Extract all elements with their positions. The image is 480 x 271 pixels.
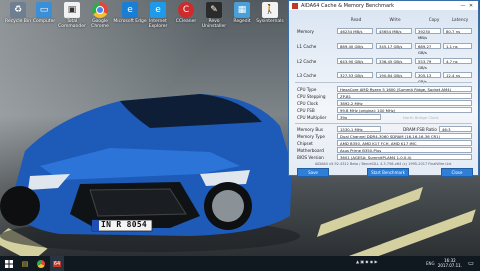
info-value-memory-bus: 1530.1 MHz bbox=[337, 126, 381, 132]
divider bbox=[295, 123, 472, 124]
close-window-button[interactable]: ✕ bbox=[467, 3, 475, 9]
minimize-button[interactable]: — bbox=[459, 3, 467, 9]
road-line bbox=[317, 187, 423, 237]
window-titlebar: AIDA64 Cache & Memory Benchmark — ✕ bbox=[289, 1, 478, 10]
l3-copy: 305.13 GB/s bbox=[415, 72, 441, 84]
l3-latency: 12.4 ns bbox=[443, 72, 472, 78]
info-label-cpu-fsb: CPU FSB bbox=[297, 108, 315, 113]
taskbar-chrome-icon[interactable] bbox=[34, 256, 48, 271]
aida64-benchmark-window: AIDA64 Cache & Memory Benchmark — ✕ Read… bbox=[288, 0, 479, 177]
info-label-memory-type: Memory Type bbox=[297, 134, 325, 139]
info-value-motherboard: Asus Prime B350-Plus bbox=[337, 147, 472, 153]
windows-logo-icon bbox=[5, 259, 13, 268]
memory-copy: 39230 MB/s bbox=[415, 28, 441, 40]
close-button[interactable]: Close bbox=[441, 168, 473, 177]
revo-icon: ✎ bbox=[206, 2, 222, 18]
l2-write: 336.45 GB/s bbox=[376, 58, 412, 64]
info-label-cpu-stepping: CPU Stepping bbox=[297, 94, 326, 99]
taskbar: ▤ 64 ▲ ▣ ◆ ◉ ▶ ENG 16:32 2017.07.11. ▭ bbox=[0, 256, 480, 271]
footer-version: AIDA64 v5.92.4312 Beta / BenchDLL 4.3.75… bbox=[314, 162, 453, 166]
info-value-cpu-stepping: ZP-B1 bbox=[337, 93, 472, 99]
license-plate-text: IN R 8054 bbox=[101, 220, 148, 229]
window-title: AIDA64 Cache & Memory Benchmark bbox=[301, 2, 395, 9]
north-bridge-clock-label: North Bridge Clock bbox=[403, 115, 439, 120]
computer-icon: ▭ bbox=[36, 2, 52, 18]
info-value-cpu-clock: 3892.2 MHz bbox=[337, 100, 472, 106]
chrome-icon bbox=[92, 2, 108, 18]
column-header-read: Read bbox=[350, 17, 362, 22]
l3-write: 190.84 GB/s bbox=[376, 72, 412, 78]
info-value-cpu-fsb: 99.8 MHz (original: 100 MHz) bbox=[337, 107, 472, 113]
window-body: Read Write Copy Latency Memory 46234 MB/… bbox=[289, 10, 478, 177]
row-label-l2: L2 Cache bbox=[297, 59, 317, 64]
info-label-chipset: Chipset bbox=[297, 141, 313, 146]
save-button[interactable]: Save bbox=[297, 168, 329, 177]
info-value-dram-fsb: 46:3 bbox=[439, 126, 472, 132]
info-label-memory-bus: Memory Bus bbox=[297, 127, 324, 132]
floppy-icon: ▣ bbox=[64, 2, 80, 18]
info-value-cpu-type: HexaCore AMD Ryzen 5 1600 (Summit Ridge,… bbox=[337, 86, 472, 92]
info-label-motherboard: Motherboard bbox=[297, 148, 324, 153]
person-icon: 🚶 bbox=[262, 2, 278, 18]
l1-write: 345.17 GB/s bbox=[376, 43, 412, 49]
ie-icon: e bbox=[150, 2, 166, 18]
icon-label: Google Chrome bbox=[91, 19, 109, 29]
clock[interactable]: 16:32 2017.07.11. bbox=[438, 258, 462, 268]
info-value-bios: 3601 (AGESA: SummitPI-AM4 1.0.0.4) bbox=[337, 154, 472, 160]
memory-write: 45654 MB/s bbox=[376, 28, 412, 34]
info-label-dram-fsb: DRAM:FSB Ratio bbox=[403, 127, 437, 132]
taskbar-explorer-icon[interactable]: ▤ bbox=[18, 256, 32, 271]
row-label-l1: L1 Cache bbox=[297, 44, 317, 49]
tray-icons[interactable]: ▲ ▣ ◆ ◉ ▶ bbox=[356, 259, 378, 264]
info-label-bios: BIOS Version bbox=[297, 155, 324, 160]
start-benchmark-button[interactable]: Start Benchmark bbox=[367, 168, 409, 177]
ccleaner-icon: C bbox=[178, 2, 194, 18]
registry-icon: ▦ bbox=[234, 2, 250, 18]
memory-read: 46234 MB/s bbox=[337, 28, 373, 34]
desktop-icon-sysinternals[interactable]: 🚶 Sysinternals bbox=[253, 0, 287, 24]
clock-date: 2017.07.11. bbox=[437, 263, 462, 268]
l1-latency: 1.1 ns bbox=[443, 43, 472, 49]
info-value-memory-type: Dual Channel DDR4-3060 SDRAM (16-16-16-3… bbox=[337, 133, 472, 139]
row-label-memory: Memory bbox=[297, 29, 315, 34]
recycle-bin-icon: ♻ bbox=[10, 2, 26, 18]
column-header-latency: Latency bbox=[451, 17, 469, 22]
car-illustration bbox=[0, 94, 300, 252]
l2-copy: 553.79 GB/s bbox=[415, 58, 441, 70]
chrome-icon bbox=[37, 259, 45, 268]
notification-icon[interactable]: ▭ bbox=[464, 256, 478, 271]
l3-read: 327.53 GB/s bbox=[337, 72, 373, 78]
aida64-app-icon bbox=[292, 2, 298, 9]
edge-icon: e bbox=[122, 2, 138, 18]
memory-latency: 80.7 ns bbox=[443, 28, 472, 34]
info-label-cpu-clock: CPU Clock bbox=[297, 101, 319, 106]
l2-latency: 4.7 ns bbox=[443, 58, 472, 64]
l2-read: 643.90 GB/s bbox=[337, 58, 373, 64]
desktop-icon-chrome[interactable]: Google Chrome bbox=[83, 0, 117, 29]
info-value-cpu-multiplier: 39x bbox=[337, 114, 381, 120]
l1-copy: 689.27 GB/s bbox=[415, 43, 441, 55]
divider bbox=[295, 82, 472, 83]
row-label-l3: L3 Cache bbox=[297, 73, 317, 78]
start-button[interactable] bbox=[2, 256, 16, 271]
info-value-chipset: AMD B350, AMD K17 FCH, AMD K17 IMC bbox=[337, 140, 472, 146]
info-label-cpu-type: CPU Type bbox=[297, 87, 317, 92]
aida64-badge: 64 bbox=[52, 260, 62, 267]
info-label-cpu-multiplier: CPU Multiplier bbox=[297, 115, 327, 120]
language-indicator[interactable]: ENG bbox=[426, 261, 435, 266]
column-header-write: Write bbox=[389, 17, 401, 22]
taskbar-aida64-button[interactable]: 64 bbox=[50, 256, 64, 271]
l1-read: 889.40 GB/s bbox=[337, 43, 373, 49]
icon-label: Sysinternals bbox=[256, 19, 284, 24]
